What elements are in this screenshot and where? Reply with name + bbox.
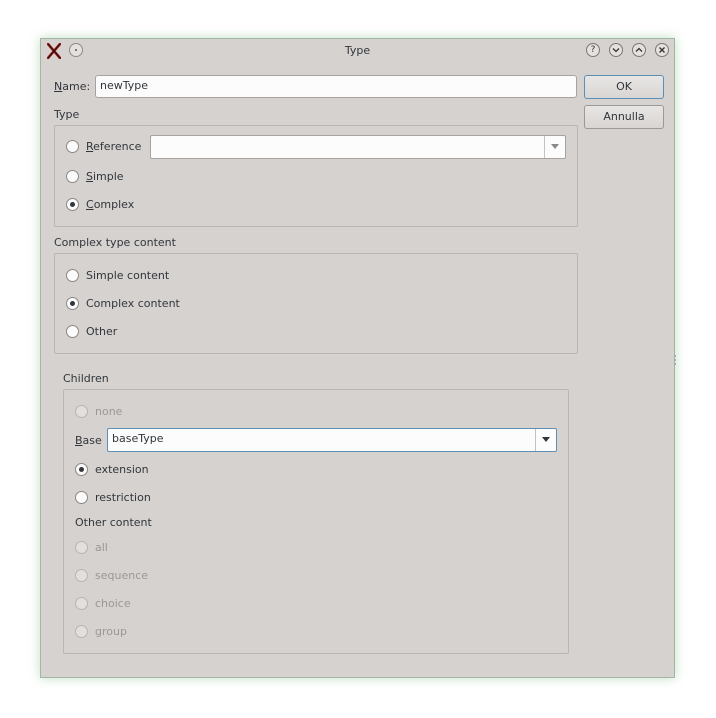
- reference-label: Reference: [86, 140, 142, 153]
- simple-content-radio[interactable]: [66, 269, 79, 282]
- simple-radio[interactable]: [66, 170, 79, 183]
- maximize-icon[interactable]: [632, 43, 646, 57]
- other-label: Other: [86, 325, 118, 338]
- title-bar[interactable]: Type ?: [41, 39, 674, 63]
- other-content-title: Other content: [75, 516, 152, 529]
- base-label: Base: [75, 434, 102, 447]
- choice-label: choice: [95, 597, 131, 610]
- extension-radio[interactable]: [75, 463, 88, 476]
- reference-radio[interactable]: [66, 140, 79, 153]
- sequence-label: sequence: [95, 569, 149, 582]
- minimize-icon[interactable]: [609, 43, 623, 57]
- other-radio[interactable]: [66, 325, 79, 338]
- chevron-down-icon: [551, 144, 559, 149]
- name-label: Name:: [54, 80, 91, 93]
- group-label: group: [95, 625, 127, 638]
- simple-content-label: Simple content: [86, 269, 170, 282]
- choice-radio[interactable]: [75, 597, 88, 610]
- base-combo-value: baseType: [112, 432, 164, 445]
- all-label: all: [95, 541, 108, 554]
- reference-dropdown-button[interactable]: [544, 136, 565, 158]
- all-radio[interactable]: [75, 541, 88, 554]
- chevron-down-icon: [542, 437, 550, 442]
- restriction-radio[interactable]: [75, 491, 88, 504]
- complex-content-radio[interactable]: [66, 297, 79, 310]
- children-group-title: Children: [63, 372, 109, 385]
- simple-label: Simple: [86, 170, 124, 183]
- window-title: Type: [344, 44, 371, 57]
- complex-content-group-title: Complex type content: [54, 236, 176, 249]
- base-combo[interactable]: baseType: [107, 428, 557, 452]
- reference-combo[interactable]: [150, 135, 566, 159]
- group-radio[interactable]: [75, 625, 88, 638]
- complex-radio[interactable]: [66, 198, 79, 211]
- base-dropdown-button[interactable]: [535, 429, 556, 451]
- none-label: none: [95, 405, 123, 418]
- resize-grip[interactable]: [674, 355, 678, 365]
- sequence-radio[interactable]: [75, 569, 88, 582]
- close-icon[interactable]: [655, 43, 669, 57]
- cancel-button[interactable]: Annulla: [584, 105, 664, 129]
- complex-label: Complex: [86, 198, 135, 211]
- none-radio[interactable]: [75, 405, 88, 418]
- complex-content-label: Complex content: [86, 297, 180, 310]
- type-dialog: Type ? Name: newType OK Annulla Type Ref…: [40, 38, 678, 678]
- extension-label: extension: [95, 463, 149, 476]
- type-group-title: Type: [54, 108, 80, 121]
- restriction-label: restriction: [95, 491, 151, 504]
- help-icon[interactable]: ?: [586, 43, 600, 57]
- ok-button[interactable]: OK: [584, 75, 664, 99]
- name-input[interactable]: newType: [95, 75, 577, 98]
